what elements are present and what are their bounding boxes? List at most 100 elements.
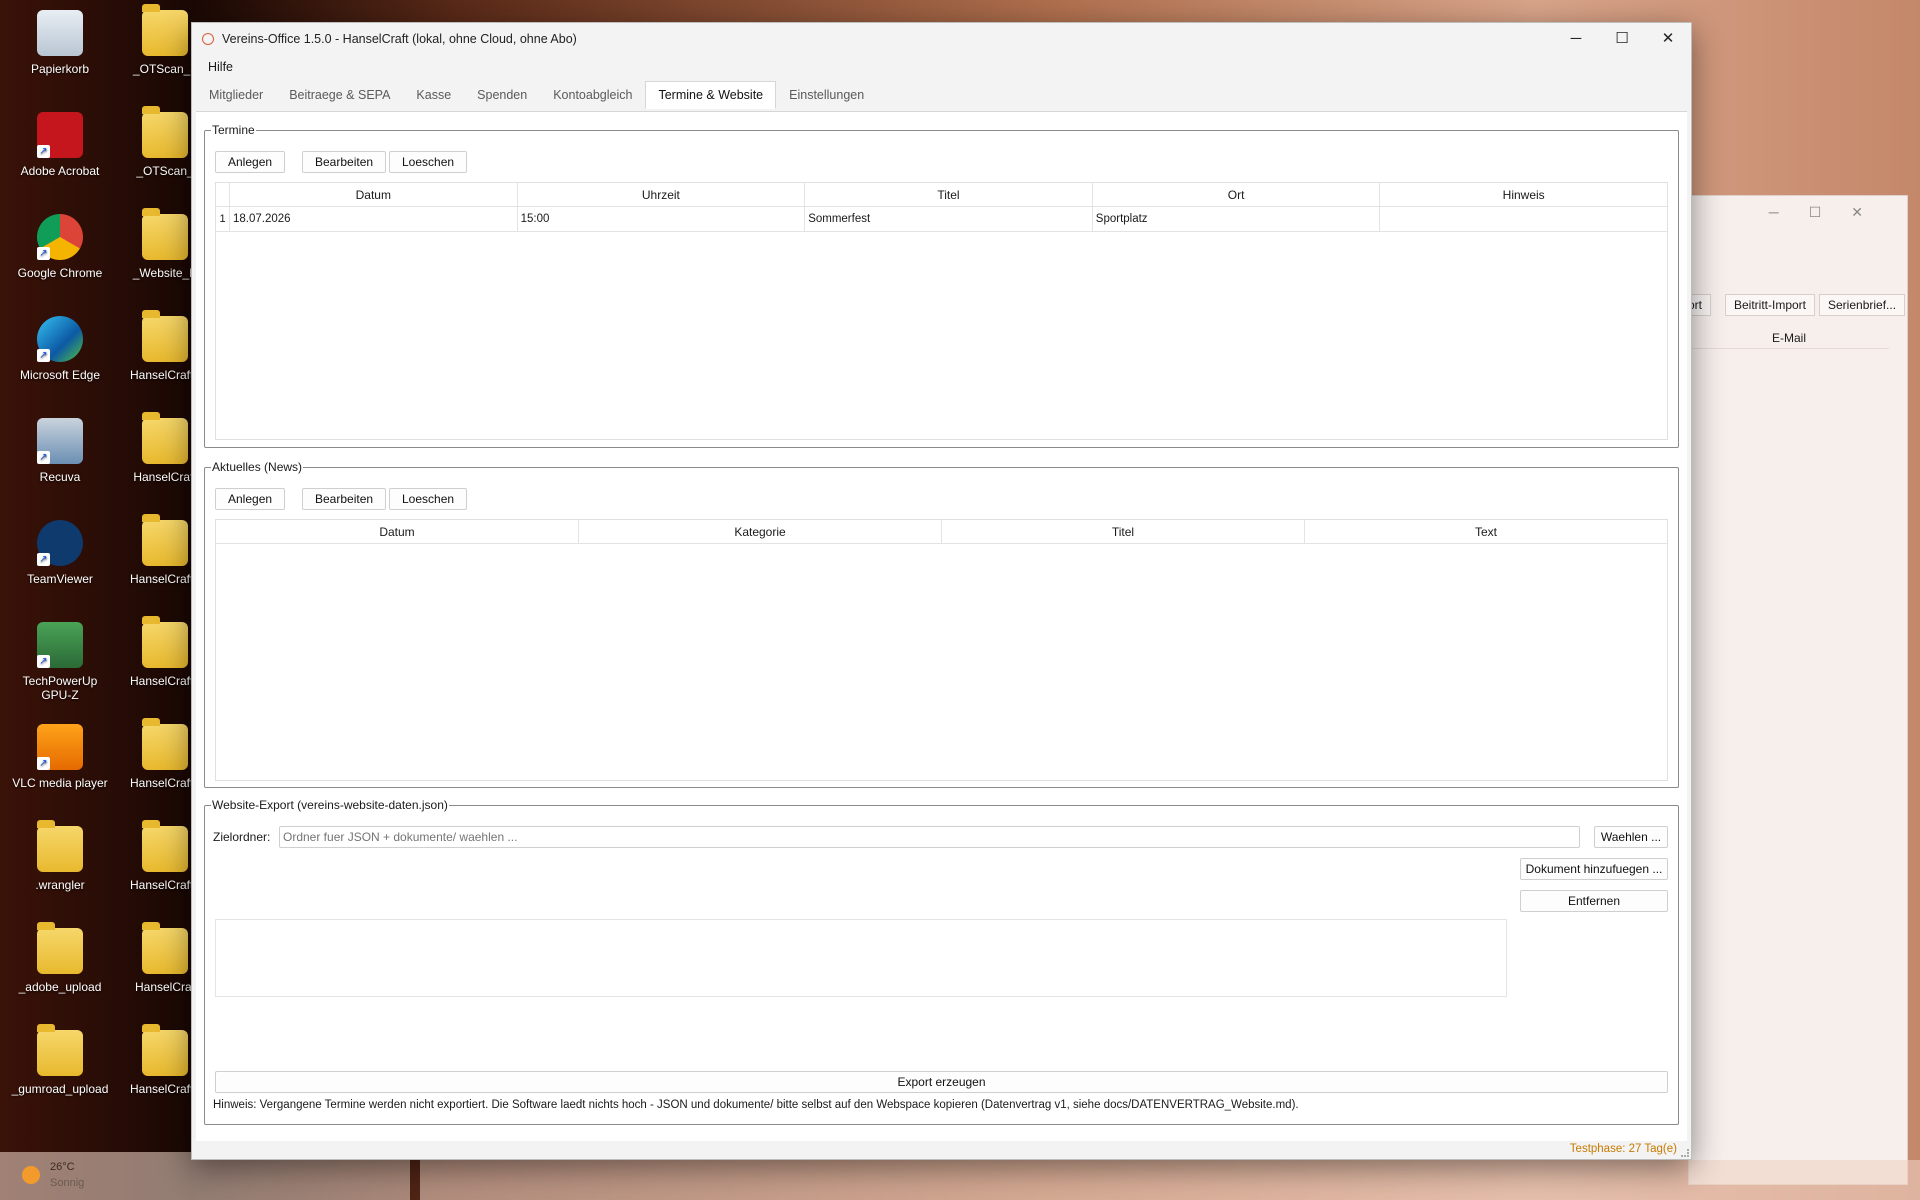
- column-header-titel[interactable]: Titel: [942, 520, 1305, 543]
- desktop-shortcut[interactable]: ↗ Recuva: [10, 418, 110, 484]
- column-header-datum[interactable]: Datum: [230, 183, 518, 206]
- bg-beitritt-import-button[interactable]: Beitritt-Import: [1725, 294, 1816, 316]
- cell-uhrzeit[interactable]: 15:00: [518, 207, 806, 231]
- news-group-title: Aktuelles (News): [211, 460, 304, 474]
- column-header-hinweis[interactable]: Hinweis: [1380, 183, 1667, 206]
- recuva-icon: ↗: [37, 418, 83, 464]
- desktop-shortcut[interactable]: _gumroad_upload: [10, 1024, 110, 1096]
- news-edit-button[interactable]: Bearbeiten: [302, 488, 387, 510]
- desktop-shortcut[interactable]: Papierkorb: [10, 10, 110, 76]
- minimize-button[interactable]: ─: [1553, 23, 1599, 55]
- column-header-kategorie[interactable]: Kategorie: [579, 520, 942, 543]
- add-document-button[interactable]: Dokument hinzufuegen ...: [1520, 858, 1668, 880]
- folder-icon: [142, 616, 188, 668]
- recycle-bin-icon: [37, 10, 83, 56]
- menu-hilfe[interactable]: Hilfe: [208, 60, 233, 74]
- news-table[interactable]: Datum Kategorie Titel Text: [215, 519, 1668, 781]
- desktop-shortcut-label: _adobe_upload: [18, 980, 102, 994]
- desktop-shortcut[interactable]: ↗ Microsoft Edge: [10, 316, 110, 382]
- title-bar[interactable]: Vereins-Office 1.5.0 - HanselCraft (loka…: [192, 23, 1691, 55]
- desktop-shortcut-label: _gumroad_upload: [11, 1082, 109, 1096]
- news-delete-button[interactable]: Loeschen: [389, 488, 468, 510]
- cell-datum[interactable]: 18.07.2026: [230, 207, 518, 231]
- termine-group-title: Termine: [211, 123, 256, 137]
- desktop-shortcut-label: Microsoft Edge: [19, 368, 101, 382]
- resize-grip-icon[interactable]: [1681, 1149, 1689, 1157]
- chrome-icon: ↗: [37, 214, 83, 260]
- tab-kasse[interactable]: Kasse: [403, 81, 464, 109]
- desktop-shortcut[interactable]: _adobe_upload: [10, 922, 110, 994]
- termine-edit-button[interactable]: Bearbeiten: [302, 151, 387, 173]
- status-bar: Testphase: 27 Tag(e): [192, 1141, 1691, 1159]
- column-header-datum[interactable]: Datum: [216, 520, 579, 543]
- desktop-shortcut[interactable]: ↗ Adobe Acrobat: [10, 112, 110, 178]
- documents-list[interactable]: [215, 919, 1507, 997]
- desktop-shortcut-label: Recuva: [39, 470, 81, 484]
- news-add-button[interactable]: Anlegen: [215, 488, 286, 510]
- column-header-titel[interactable]: Titel: [805, 183, 1093, 206]
- row-number[interactable]: 1: [216, 207, 230, 231]
- tab-termine-website[interactable]: Termine & Website: [645, 81, 777, 109]
- desktop-shortcut-label: TeamViewer: [27, 572, 93, 586]
- desktop-shortcut[interactable]: ↗ Google Chrome: [10, 214, 110, 280]
- window-title: Vereins-Office 1.5.0 - HanselCraft (loka…: [222, 32, 577, 46]
- shortcut-arrow-icon: ↗: [37, 655, 50, 668]
- column-header-text[interactable]: Text: [1305, 520, 1667, 543]
- remove-document-button[interactable]: Entfernen: [1520, 890, 1668, 912]
- bg-email-column-header: E-Mail: [1689, 327, 1889, 349]
- news-group: Aktuelles (News) Anlegen Bearbeiten Loes…: [204, 460, 1679, 788]
- termine-table[interactable]: Datum Uhrzeit Titel Ort Hinweis 1 18.07.…: [215, 182, 1668, 440]
- table-corner[interactable]: [216, 183, 230, 206]
- desktop-shortcut-label: TechPowerUp GPU-Z: [22, 674, 98, 702]
- maximize-button[interactable]: ☐: [1599, 23, 1645, 55]
- desktop-shortcut[interactable]: ↗ VLC media player: [10, 724, 110, 790]
- termine-add-button[interactable]: Anlegen: [215, 151, 286, 173]
- app-logo-icon: [202, 33, 214, 45]
- cell-titel[interactable]: Sommerfest: [805, 207, 1093, 231]
- bg-serienbrief-button[interactable]: Serienbrief...: [1819, 294, 1906, 316]
- shortcut-arrow-icon: ↗: [37, 757, 50, 770]
- desktop-shortcut[interactable]: .wrangler: [10, 820, 110, 892]
- desktop-shortcut-label: Papierkorb: [30, 62, 90, 76]
- app-window: Vereins-Office 1.5.0 - HanselCraft (loka…: [191, 22, 1692, 1160]
- column-header-uhrzeit[interactable]: Uhrzeit: [518, 183, 806, 206]
- shortcut-arrow-icon: ↗: [37, 451, 50, 464]
- weather-temperature: 26°C: [50, 1161, 75, 1173]
- cell-hinweis[interactable]: [1380, 207, 1667, 231]
- background-window: ─☐✕ ort Beitritt-Import Serienbrief... E…: [1679, 195, 1908, 1185]
- tab-einstellungen[interactable]: Einstellungen: [776, 81, 877, 109]
- tab-spenden[interactable]: Spenden: [464, 81, 540, 109]
- taskbar: [420, 1160, 1920, 1200]
- tab-bar: Mitglieder Beitraege & SEPA Kasse Spenden Ko…: [192, 79, 1691, 109]
- desktop-shortcut-label: Google Chrome: [17, 266, 103, 280]
- desktop-shortcut-label: VLC media player: [12, 776, 108, 790]
- shortcut-arrow-icon: ↗: [37, 349, 50, 362]
- folder-icon: [142, 106, 188, 158]
- folder-icon: [142, 208, 188, 260]
- target-folder-label: Zielordner:: [213, 830, 271, 844]
- cell-ort[interactable]: Sportplatz: [1093, 207, 1381, 231]
- table-row[interactable]: 1 18.07.2026 15:00 Sommerfest Sportplatz: [216, 207, 1667, 232]
- menu-bar: Hilfe: [192, 55, 1691, 79]
- shortcut-arrow-icon: ↗: [37, 247, 50, 260]
- vlc-icon: ↗: [37, 724, 83, 770]
- website-export-group-title: Website-Export (vereins-website-daten.js…: [211, 798, 449, 812]
- tab-kontoabgleich[interactable]: Kontoabgleich: [540, 81, 645, 109]
- close-button[interactable]: ✕: [1645, 23, 1691, 55]
- edge-icon: ↗: [37, 316, 83, 362]
- column-header-ort[interactable]: Ort: [1093, 183, 1381, 206]
- desktop-shortcut[interactable]: ↗ TechPowerUp GPU-Z: [10, 622, 110, 702]
- choose-folder-button[interactable]: Waehlen ...: [1594, 826, 1668, 848]
- tab-beitraege-sepa[interactable]: Beitraege & SEPA: [276, 81, 403, 109]
- target-folder-input[interactable]: [279, 826, 1580, 848]
- termine-group: Termine Anlegen Bearbeiten Loeschen Datu…: [204, 123, 1679, 448]
- sun-icon: [22, 1166, 40, 1184]
- folder-icon: [142, 412, 188, 464]
- shortcut-arrow-icon: ↗: [37, 145, 50, 158]
- folder-icon: [142, 4, 188, 56]
- desktop-shortcut[interactable]: ↗ TeamViewer: [10, 520, 110, 586]
- tab-mitglieder[interactable]: Mitglieder: [196, 81, 276, 109]
- background-window-controls[interactable]: ─☐✕: [1769, 204, 1893, 221]
- export-button[interactable]: Export erzeugen: [215, 1071, 1668, 1093]
- termine-delete-button[interactable]: Loeschen: [389, 151, 468, 173]
